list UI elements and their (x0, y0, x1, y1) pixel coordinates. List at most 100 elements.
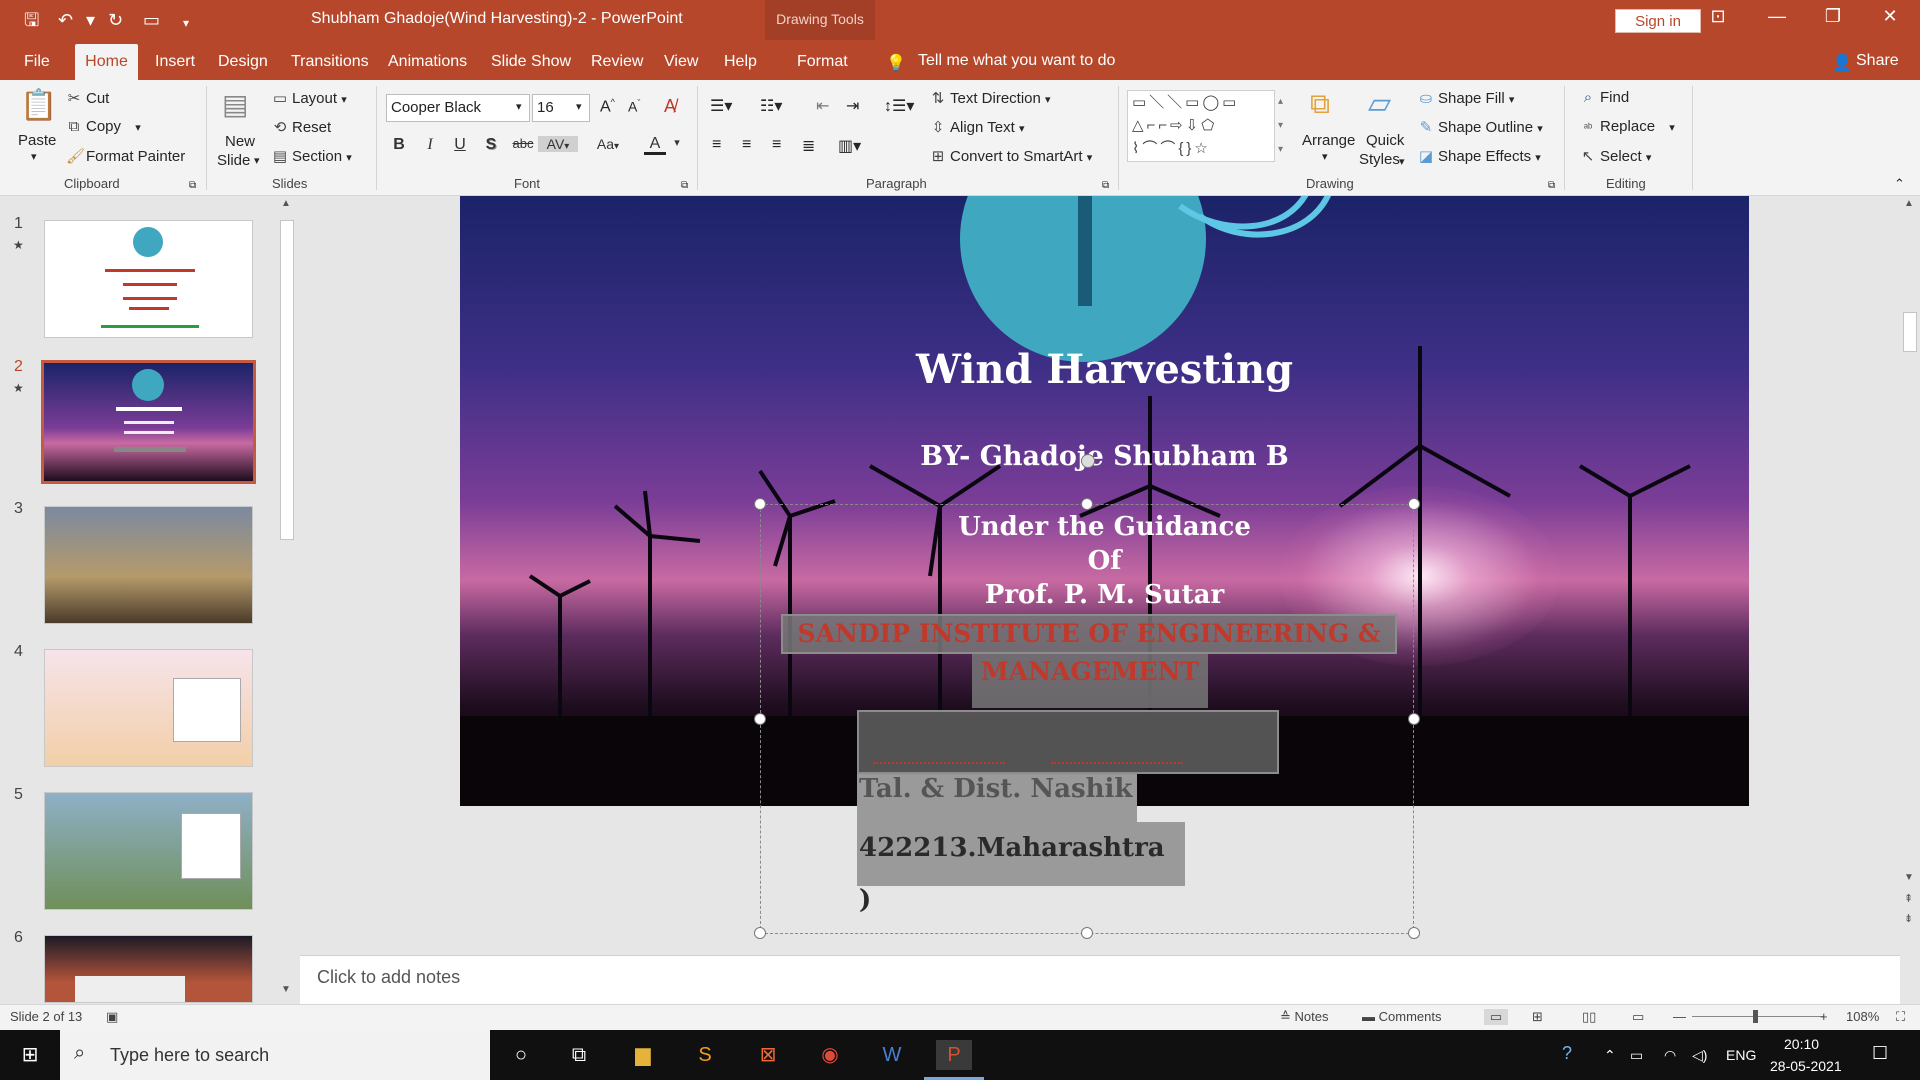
quick-styles-label[interactable]: Quick (1366, 132, 1404, 149)
zoom-out-icon[interactable]: — (1673, 1009, 1686, 1024)
word-icon[interactable]: W (874, 1040, 910, 1070)
shrink-font-icon[interactable]: Aˇ (628, 98, 640, 115)
italic-button[interactable]: I (419, 136, 441, 154)
slide-thumbnail-1[interactable] (44, 220, 253, 338)
tell-me-search[interactable]: Tell me what you want to do (918, 52, 1115, 70)
paste-button[interactable]: Paste (18, 132, 56, 149)
align-left-icon[interactable]: ≡ (712, 136, 721, 154)
justify-icon[interactable]: ≣ (802, 136, 815, 156)
shape-effects-button[interactable]: ◪ Shape Effects ▾ (1418, 147, 1541, 165)
character-spacing-button[interactable]: AV▾ (538, 136, 578, 152)
scroll-up-icon[interactable]: ▲ (1904, 198, 1914, 209)
replace-button[interactable]: ᵃᵇ Replace ▾ (1580, 118, 1675, 135)
zoom-level[interactable]: 108% (1846, 1009, 1879, 1024)
paragraph-launcher-icon[interactable]: ⧉ (1102, 180, 1109, 191)
volume-icon[interactable]: ◁) (1692, 1047, 1707, 1064)
tab-view[interactable]: View (664, 53, 698, 71)
font-color-dropdown-icon[interactable]: ▾ (666, 136, 688, 149)
xampp-icon[interactable]: ⊠ (750, 1040, 786, 1070)
slide-thumbnail-4[interactable] (44, 649, 253, 767)
reading-view-icon[interactable]: ▯▯ (1582, 1009, 1596, 1025)
slideshow-icon[interactable]: ▭ (1632, 1009, 1644, 1025)
author-line[interactable]: BY- Ghadoje Shubham B (460, 441, 1749, 472)
notes-button[interactable]: ≙ Notes (1280, 1009, 1328, 1025)
undo-icon[interactable]: ↶ (58, 9, 73, 31)
cortana-icon[interactable]: ○ (503, 1040, 539, 1070)
save-icon[interactable]: 🖫 (24, 9, 39, 31)
address-line[interactable]: 422213.Maharashtra ) (857, 822, 1185, 915)
clipboard-launcher-icon[interactable]: ⧉ (189, 180, 196, 191)
institute-name[interactable]: SANDIP INSTITUTE OF ENGINEERING & (781, 614, 1397, 654)
shape-outline-button[interactable]: ✎ Shape Outline ▾ (1418, 118, 1543, 136)
scroll-up-icon[interactable]: ▲ (281, 198, 291, 209)
line-spacing-icon[interactable]: ↕☰▾ (884, 96, 914, 116)
comments-button[interactable]: ▬ Comments (1362, 1009, 1441, 1024)
shapes-gallery[interactable]: ▭＼＼▭◯▭ △⌐⌐⇨⇩⬠ ⌇⌒⌒{}☆ (1127, 90, 1275, 162)
layout-button[interactable]: ▭ Layout ▾ (272, 89, 347, 107)
align-text-button[interactable]: ⇳ Align Text ▾ (930, 118, 1025, 136)
accessibility-icon[interactable]: ▣ (106, 1009, 118, 1025)
windows-start-icon[interactable]: ⊞ (12, 1040, 48, 1070)
decrease-indent-icon[interactable]: ⇤ (816, 96, 829, 116)
fit-to-window-icon[interactable]: ⛶ (1896, 1009, 1905, 1025)
arrange-button[interactable]: Arrange (1302, 132, 1355, 149)
new-slide-icon[interactable]: ▤ (222, 88, 248, 121)
help-icon[interactable]: ? (1562, 1043, 1572, 1064)
tab-format[interactable]: Format (797, 53, 848, 71)
slide-thumbnail-3[interactable] (44, 506, 253, 624)
numbering-icon[interactable]: ☷▾ (760, 96, 782, 116)
font-name-combo[interactable]: Cooper Black (386, 94, 530, 122)
shapes-gallery-scroll[interactable]: ▴ ▾ ▾ (1278, 90, 1283, 162)
change-case-button[interactable]: Aa▾ (590, 136, 626, 152)
zoom-slider-track[interactable] (1692, 1016, 1824, 1017)
powerpoint-icon[interactable]: P (936, 1040, 972, 1070)
notes-pane[interactable] (300, 955, 1900, 1004)
arrange-dropdown-icon[interactable]: ▾ (1322, 150, 1328, 163)
tab-review[interactable]: Review (591, 53, 643, 71)
guidance-text[interactable]: Under the Guidance Of Prof. P. M. Sutar (460, 510, 1749, 612)
tab-home[interactable]: Home (75, 44, 138, 80)
taskbar-search-box[interactable]: ⌕ Type here to search (60, 1030, 490, 1080)
find-button[interactable]: ⌕ Find (1580, 89, 1629, 106)
slide-thumbnail-2[interactable] (41, 360, 256, 484)
clock-date[interactable]: 28-05-2021 (1770, 1058, 1842, 1074)
resize-handle-top-left[interactable] (754, 498, 766, 510)
maximize-icon[interactable]: ❐ (1818, 6, 1848, 27)
slide-thumbnail-5[interactable] (44, 792, 253, 910)
chrome-icon[interactable]: ◉ (812, 1040, 848, 1070)
quick-styles-label-2[interactable]: Styles (1359, 151, 1400, 168)
slide-title[interactable]: Wind Harvesting (460, 346, 1749, 393)
previous-slide-icon[interactable]: ⇞ (1904, 892, 1913, 905)
task-view-icon[interactable]: ⧉ (561, 1040, 597, 1070)
copy-dropdown-icon[interactable]: ▾ (135, 122, 141, 134)
present-icon[interactable]: ▭ (143, 9, 160, 31)
text-direction-button[interactable]: ⇅ Text Direction ▾ (930, 89, 1051, 107)
resize-handle-top[interactable] (1081, 498, 1093, 510)
paste-dropdown-icon[interactable]: ▾ (31, 150, 37, 163)
show-hidden-icons[interactable]: ⌃ (1604, 1047, 1616, 1064)
bold-button[interactable]: B (388, 136, 410, 154)
underline-button[interactable]: U (449, 136, 471, 154)
scroll-down-icon[interactable]: ▼ (1904, 872, 1914, 883)
close-icon[interactable]: ✕ (1875, 6, 1905, 27)
address-box[interactable] (857, 710, 1279, 774)
columns-icon[interactable]: ▥▾ (838, 136, 861, 156)
resize-handle-bottom-left[interactable] (754, 927, 766, 939)
tab-help[interactable]: Help (724, 53, 757, 71)
select-button[interactable]: ↖ Select ▾ (1580, 147, 1652, 165)
increase-indent-icon[interactable]: ⇥ (846, 96, 859, 116)
new-slide-dropdown-icon[interactable]: ▾ (254, 154, 260, 167)
notes-placeholder[interactable]: Click to add notes (317, 967, 460, 988)
redo-icon[interactable]: ↻ (108, 9, 123, 31)
scroll-down-icon[interactable]: ▼ (281, 984, 291, 995)
shape-fill-button[interactable]: ⛀ Shape Fill ▾ (1418, 89, 1515, 107)
sublime-text-icon[interactable]: S (687, 1040, 723, 1070)
quick-styles-icon[interactable]: ▱ (1368, 86, 1391, 121)
clock-time[interactable]: 20:10 (1784, 1036, 1819, 1052)
align-right-icon[interactable]: ≡ (772, 136, 781, 154)
resize-handle-bottom[interactable] (1081, 927, 1093, 939)
notification-center-icon[interactable]: ☐ (1872, 1043, 1888, 1064)
resize-handle-left[interactable] (754, 713, 766, 725)
customize-quick-access-icon[interactable]: ▾ (183, 12, 189, 34)
format-painter-button[interactable]: 🖌Format Painter (66, 147, 185, 165)
